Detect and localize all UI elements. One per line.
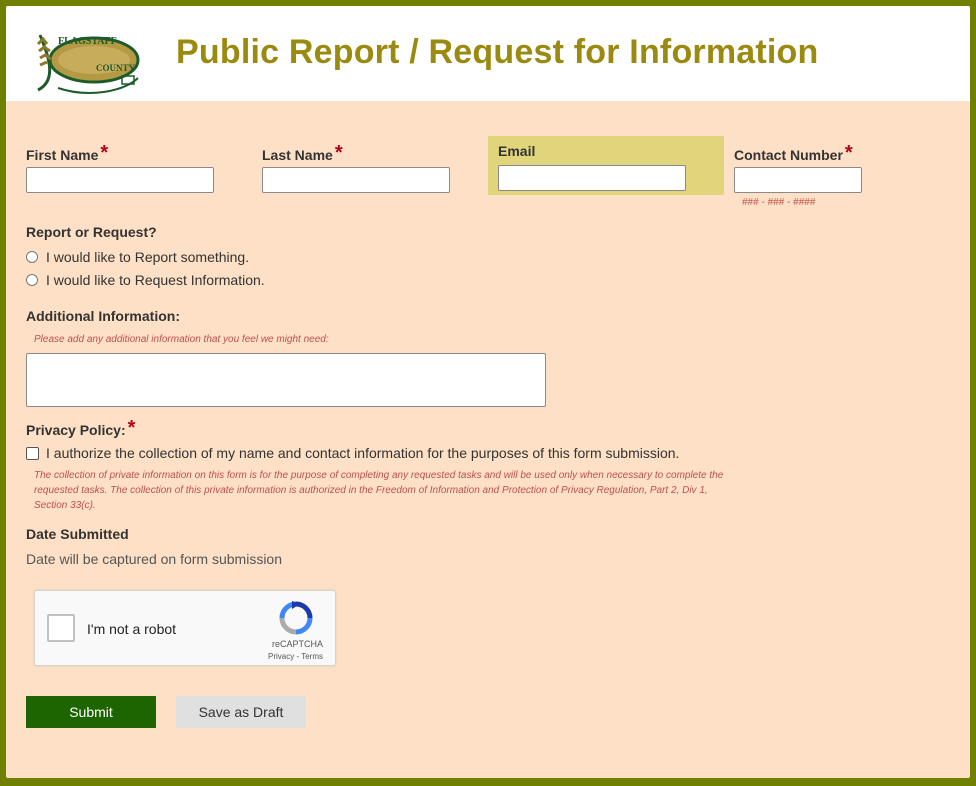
radio-button[interactable] (26, 251, 38, 263)
recaptcha-widget: I'm not a robot reCAPTCHA Privacy - Term… (34, 590, 336, 666)
privacy-consent-checkbox[interactable] (26, 446, 39, 460)
radio-option-request[interactable]: I would like to Request Information. (26, 272, 265, 288)
recaptcha-terms-link[interactable]: Terms (301, 652, 323, 661)
logo-text-top: FLAGSTAFF (58, 36, 117, 47)
logo-text-bottom: COUNTY (96, 63, 136, 73)
recaptcha-links: Privacy - Terms (268, 652, 323, 661)
email-input[interactable] (498, 165, 686, 191)
recaptcha-privacy-link[interactable]: Privacy (268, 652, 294, 661)
additional-info-label: Additional Information: (26, 308, 180, 324)
first-name-label-text: First Name (26, 147, 99, 163)
contact-number-hint: ### - ### - #### (742, 197, 816, 208)
additional-info-hint: Please add any additional information th… (34, 334, 329, 345)
privacy-consent-label: I authorize the collection of my name an… (46, 445, 680, 461)
recaptcha-checkbox[interactable] (47, 614, 75, 642)
last-name-label-text: Last Name (262, 147, 333, 163)
email-label: Email (498, 143, 536, 159)
contact-number-input[interactable] (734, 167, 862, 193)
radio-option-label: I would like to Request Information. (46, 272, 265, 288)
required-marker: * (844, 142, 853, 164)
recaptcha-label: I'm not a robot (87, 621, 177, 637)
flagstaff-county-logo: FLAGSTAFF COUNTY (36, 34, 140, 94)
last-name-input[interactable] (262, 167, 450, 193)
radio-button[interactable] (26, 274, 38, 286)
recaptcha-brand: reCAPTCHA (271, 639, 323, 649)
privacy-consent-option[interactable]: I authorize the collection of my name an… (26, 445, 679, 461)
first-name-label: First Name * (26, 142, 109, 166)
required-marker: * (100, 142, 109, 164)
radio-option-label: I would like to Report something. (46, 249, 250, 265)
privacy-note: The collection of private information on… (34, 470, 724, 511)
privacy-policy-label: Privacy Policy: * (26, 417, 136, 441)
privacy-policy-label-text: Privacy Policy: (26, 422, 126, 438)
last-name-label: Last Name * (262, 142, 343, 166)
first-name-input[interactable] (26, 167, 214, 193)
date-submitted-text: Date will be captured on form submission (26, 551, 283, 567)
submit-button[interactable]: Submit (26, 696, 156, 728)
page-title: Public Report / Request for Information (176, 33, 819, 71)
contact-number-label: Contact Number * (734, 142, 853, 166)
form-container: FLAGSTAFF COUNTY Public Report / Request… (6, 6, 970, 778)
recaptcha-icon (279, 601, 313, 635)
save-draft-button[interactable]: Save as Draft (176, 696, 306, 728)
date-submitted-label: Date Submitted (26, 526, 129, 542)
report-or-request-label: Report or Request? (26, 224, 157, 240)
required-marker: * (127, 417, 136, 439)
required-marker: * (334, 142, 343, 164)
contact-number-label-text: Contact Number (734, 147, 843, 163)
radio-option-report[interactable]: I would like to Report something. (26, 249, 249, 265)
recaptcha-separator: - (296, 652, 300, 661)
header: FLAGSTAFF COUNTY Public Report / Request… (6, 6, 970, 101)
additional-info-textarea[interactable] (26, 353, 546, 407)
